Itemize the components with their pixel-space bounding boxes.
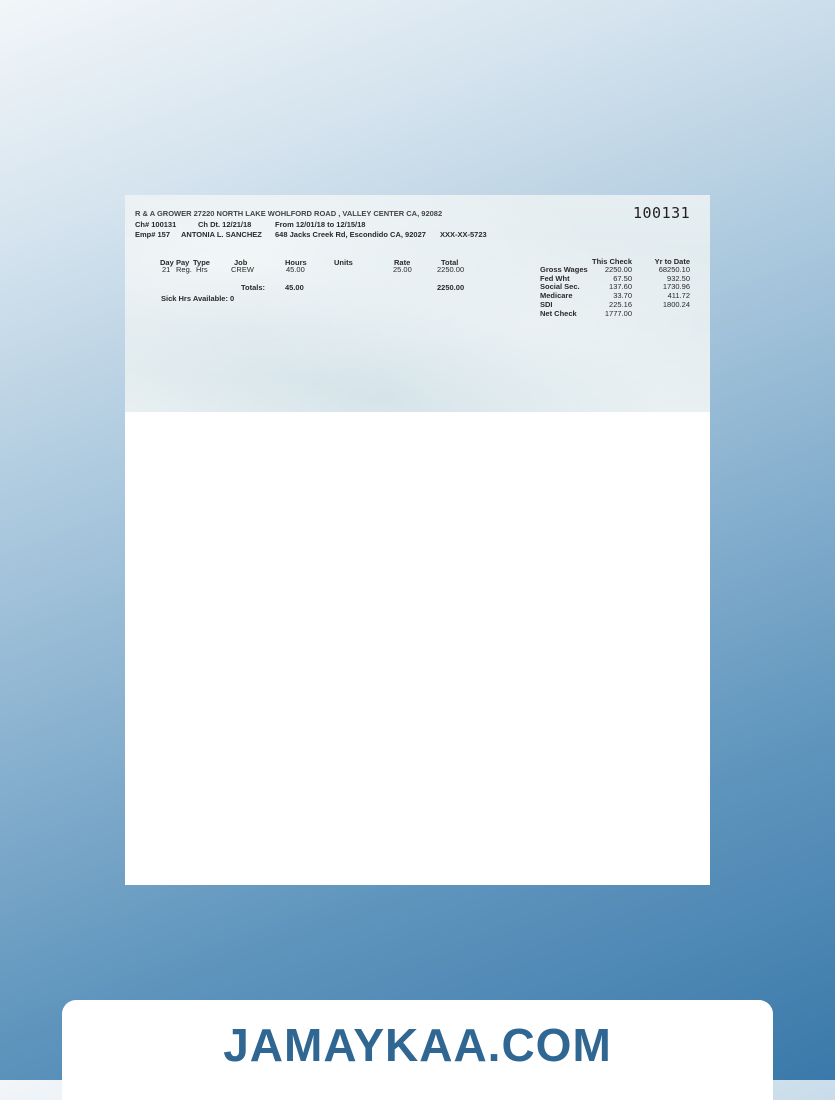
totals-hours: 45.00 [285, 283, 304, 292]
employee-number: Emp# 157 [135, 230, 171, 239]
col-units: Units [334, 258, 353, 267]
row-day: 21 [162, 265, 171, 274]
check-number: 100131 [633, 204, 691, 222]
summary-this-sdi: 225.16 [609, 300, 632, 309]
summary-ytd-gross: 68250.10 [658, 265, 690, 274]
summary-label-net: Net Check [540, 309, 577, 318]
summary-label-medicare: Medicare [540, 291, 573, 300]
totals-amount: 2250.00 [437, 283, 465, 292]
row-hours: 45.00 [286, 265, 305, 274]
summary-this-ss: 137.60 [609, 282, 632, 291]
summary-this-gross: 2250.00 [604, 265, 632, 274]
row-rate: 25.00 [393, 265, 412, 274]
row-type: Hrs [196, 265, 208, 274]
summary-label-ss: Social Sec. [540, 282, 580, 291]
pay-period: From 12/01/18 to 12/15/18 [275, 220, 366, 229]
check-stub: R & A GROWER 27220 NORTH LAKE WOHLFORD R… [125, 195, 710, 412]
summary-ytd-ss: 1730.96 [662, 282, 690, 291]
brand-logo-text: JAMAYKAA.COM [223, 1019, 612, 1071]
check-number-label: Ch# 100131 [135, 220, 177, 229]
employee-name: ANTONIA L. SANCHEZ [181, 230, 262, 239]
summary-ytd-medicare: 411.72 [667, 291, 690, 300]
footer-banner: JAMAYKAA.COM [62, 1000, 773, 1100]
summary-this-medicare: 33.70 [613, 291, 632, 300]
row-job: CREW [231, 265, 254, 274]
company-address-line: R & A GROWER 27220 NORTH LAKE WOHLFORD R… [135, 209, 443, 218]
row-total: 2250.00 [437, 265, 465, 274]
paystub-document: R & A GROWER 27220 NORTH LAKE WOHLFORD R… [125, 195, 710, 885]
summary-ytd-sdi: 1800.24 [662, 300, 690, 309]
employee-address: 648 Jacks Creek Rd, Escondido CA, 92027 [275, 230, 426, 239]
summary-label-sdi: SDI [540, 300, 553, 309]
row-pay: Reg. [176, 265, 192, 274]
check-date: Ch Dt. 12/21/18 [198, 220, 252, 229]
summary-this-net: 1777.00 [604, 309, 632, 318]
employee-ssn: XXX-XX-5723 [440, 230, 487, 239]
totals-label: Totals: [241, 283, 266, 292]
sick-hours: Sick Hrs Available: 0 [161, 294, 235, 303]
